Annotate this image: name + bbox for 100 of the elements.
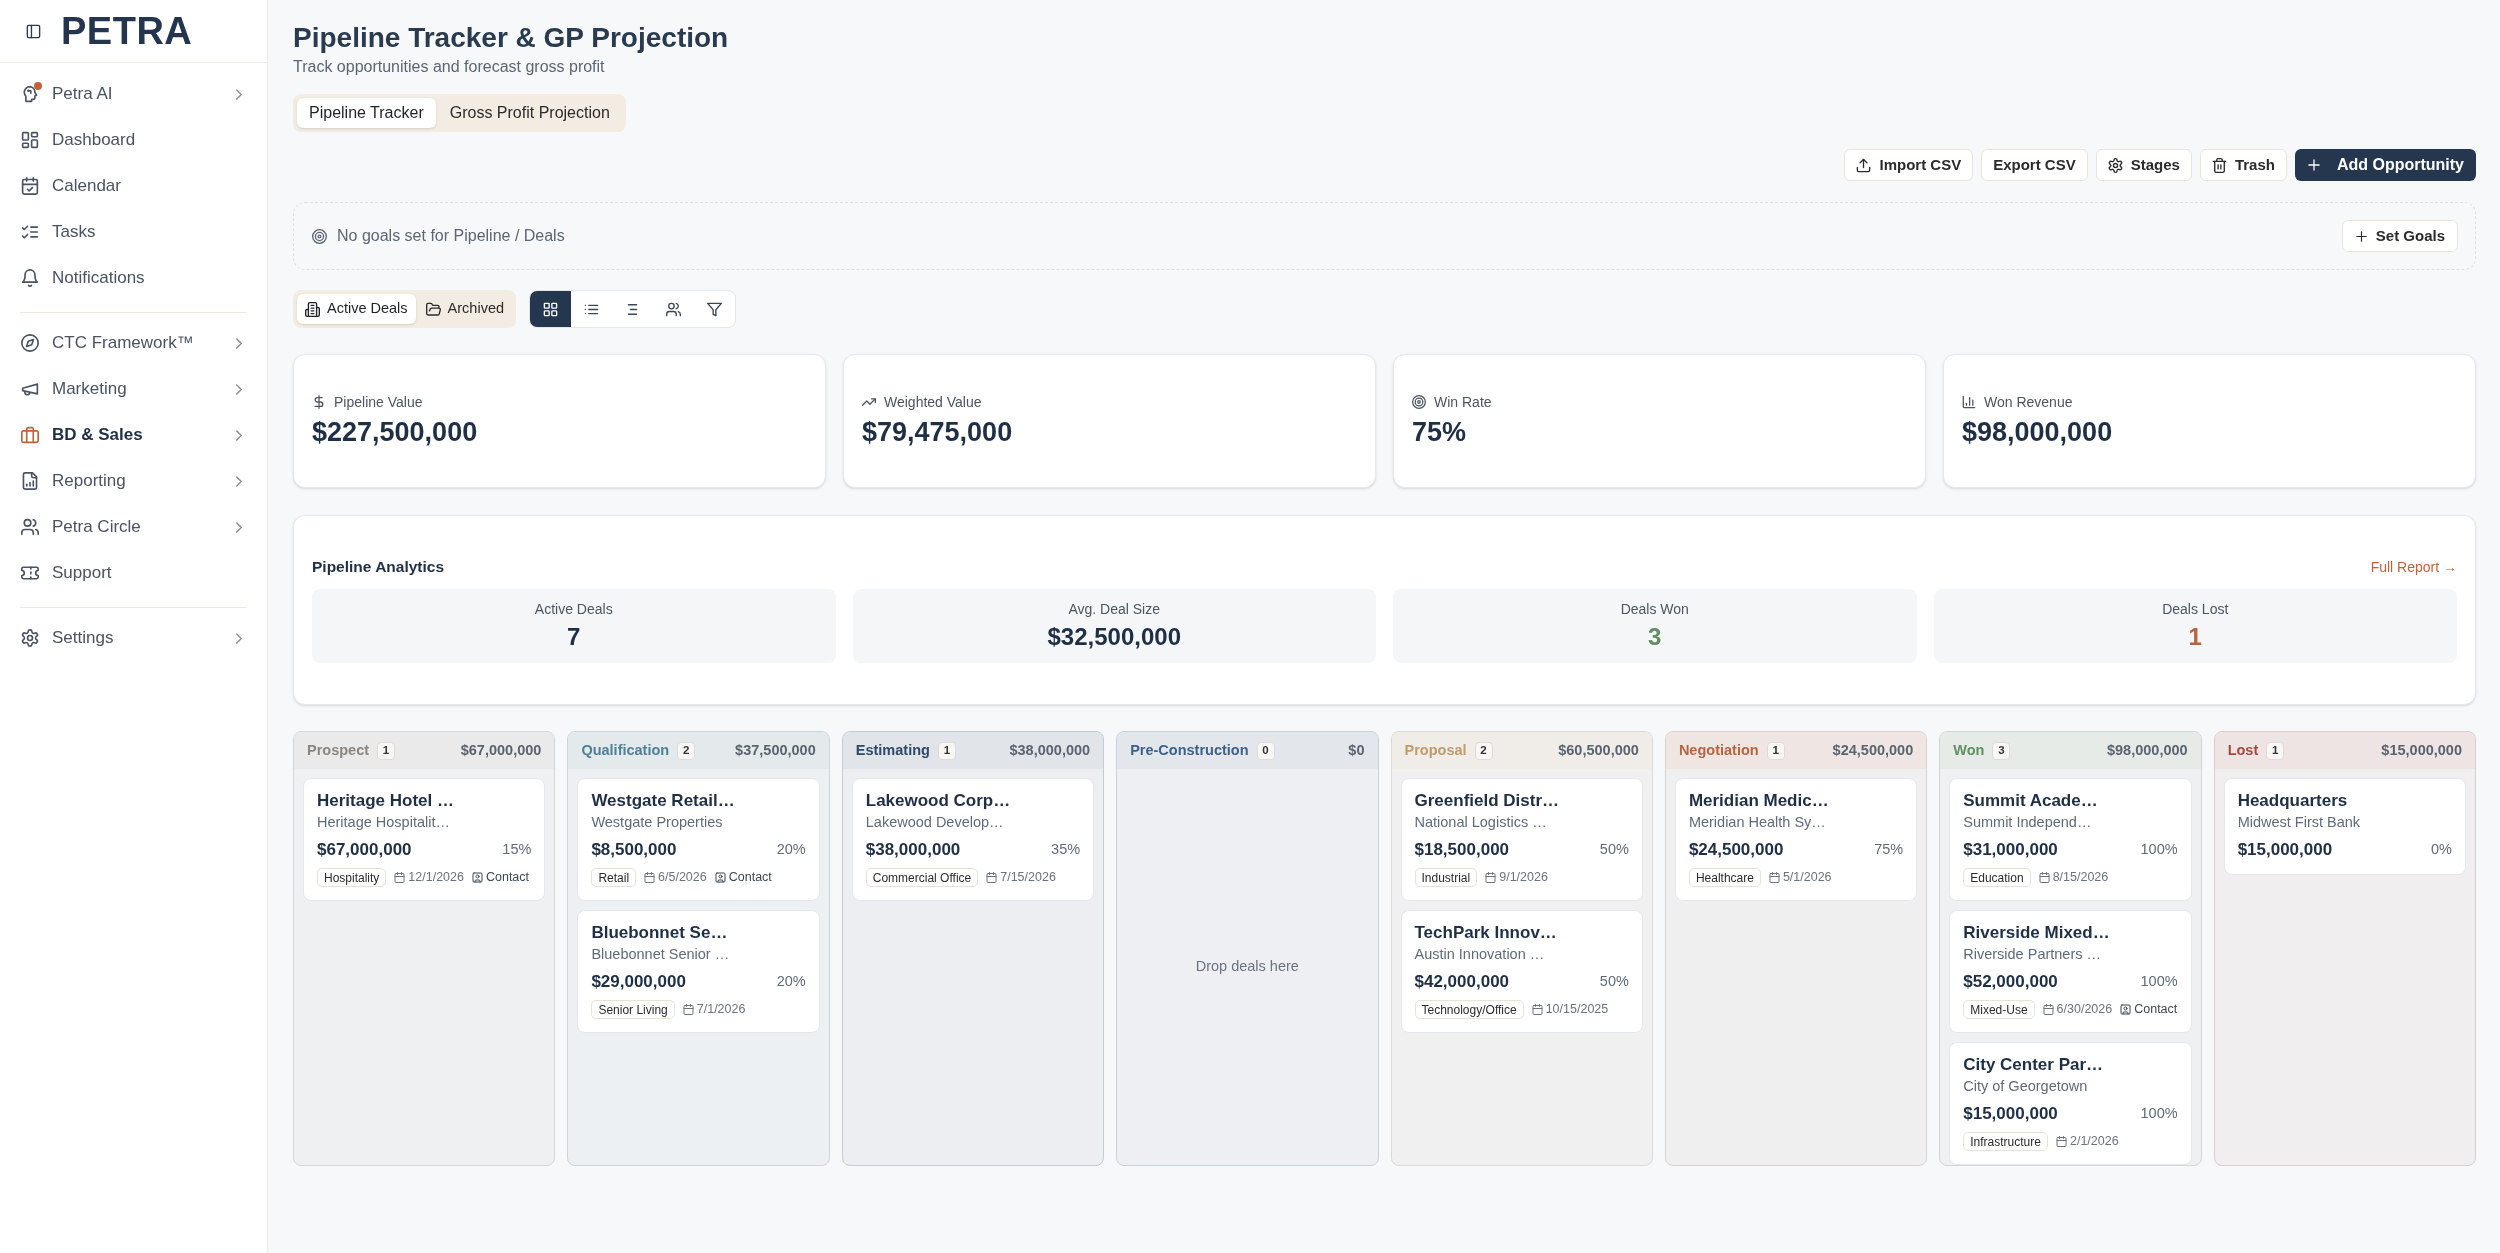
full-report-link[interactable]: Full Report →	[2370, 556, 2457, 578]
deal-amount: $42,000,000	[1414, 971, 1510, 994]
deal-probability: 50%	[1599, 972, 1629, 992]
goals-message: No goals set for Pipeline / Deals	[337, 226, 565, 246]
analytics-title: Pipeline Analytics	[312, 557, 445, 578]
calendar-icon	[1768, 872, 1780, 883]
deal-card[interactable]: Headquarters Midwest First Bank $15,000,000 0%	[2223, 778, 2466, 875]
sidebar-item[interactable]: Tasks	[20, 209, 247, 255]
deal-title: Meridian Medic…	[1688, 790, 1830, 812]
toolbar-button[interactable]: Stages	[2095, 149, 2192, 181]
add-opportunity-button[interactable]: Add Opportunity	[2294, 149, 2476, 181]
metric-value: 1	[2188, 622, 2202, 652]
deal-card[interactable]: Greenfield Distr… National Logistics … $18,500,000 50% Industrial 9/1/2026	[1400, 778, 1643, 901]
people-icon	[21, 518, 39, 536]
set-goals-button[interactable]: Set Goals	[2341, 220, 2458, 252]
deal-probability: 0%	[2431, 840, 2452, 860]
deal-contact[interactable]: Contact	[485, 868, 530, 887]
deal-tag: Healthcare	[1688, 868, 1761, 887]
staggered-lines-icon	[625, 301, 640, 317]
sidebar-item[interactable]: Support	[20, 550, 247, 596]
compass-icon	[21, 334, 39, 352]
deal-date: 10/15/2025	[1545, 1001, 1609, 1019]
toolbar-button[interactable]: Export CSV	[1981, 149, 2088, 181]
deal-contact[interactable]: Contact	[2134, 1000, 2178, 1019]
sidebar-item[interactable]: Notifications	[20, 255, 247, 301]
deal-amount: $18,500,000	[1414, 839, 1510, 862]
stat-value: $227,500,000	[312, 416, 478, 448]
deal-probability: 100%	[2140, 1104, 2178, 1124]
deal-amount: $52,000,000	[1963, 971, 2058, 994]
deal-card[interactable]: Riverside Mixed… Riverside Partners … $52,000,000 100% Mixed-Use 6/30/2026 Contact	[1949, 910, 2192, 1033]
sidebar-item[interactable]: Calendar	[20, 163, 247, 209]
deal-amount: $67,000,000	[317, 839, 412, 862]
deal-title: Heritage Hotel …	[317, 790, 455, 812]
trend-up-icon	[862, 395, 876, 409]
deal-amount: $15,000,000	[1963, 1103, 2058, 1126]
sidebar-item[interactable]: BD & Sales	[20, 412, 247, 458]
sidebar-item[interactable]: Settings	[20, 615, 247, 661]
deal-card[interactable]: Heritage Hotel … Heritage Hospitalit… $67,000,000 15% Hospitality 12/1/2026 Contact	[303, 778, 546, 901]
deal-card[interactable]: Westgate Retail… Westgate Properties $8,500,000 20% Retail 6/5/2026 Contact	[577, 778, 820, 901]
calendar-icon	[21, 177, 39, 195]
filter-tab[interactable]: Archived	[417, 294, 512, 324]
metric-label: Avg. Deal Size	[1068, 600, 1161, 618]
head-icon	[21, 85, 39, 103]
sidebar-item[interactable]: Reporting	[20, 458, 247, 504]
dollar-icon	[312, 395, 326, 409]
target-icon	[312, 228, 327, 244]
deal-title: Westgate Retail…	[591, 790, 736, 812]
deal-client: Midwest First Bank	[2237, 813, 2362, 832]
ticket-icon	[21, 564, 39, 582]
deal-tag: Senior Living	[591, 1000, 675, 1019]
deal-client: Riverside Partners …	[1963, 945, 2103, 964]
deal-title: Lakewood Corp…	[865, 790, 1012, 812]
stage-count: 1	[2266, 741, 2285, 760]
calendar-icon	[644, 872, 656, 883]
deal-card[interactable]: Summit Acade… Summit Independ… $31,000,000 100% Education 8/15/2026	[1949, 778, 2192, 901]
deal-title: Riverside Mixed…	[1963, 922, 2111, 944]
toolbar-button[interactable]: Import CSV	[1844, 149, 1974, 181]
deal-card[interactable]: TechPark Innov… Austin Innovation … $42,000,000 50% Technology/Office 10/15/2025	[1400, 910, 1643, 1033]
grid-icon	[543, 301, 558, 317]
upload-icon	[1856, 157, 1872, 173]
toolbar-button[interactable]: Trash	[2199, 149, 2287, 181]
plus-icon	[2306, 158, 2321, 172]
sidebar-item[interactable]: Dashboard	[20, 117, 247, 163]
deal-title: Bluebonnet Se…	[591, 922, 729, 944]
deal-tag: Infrastructure	[1963, 1132, 2048, 1151]
deal-contact[interactable]: Contact	[728, 868, 772, 887]
deal-card[interactable]: Bluebonnet Se… Bluebonnet Senior … $29,000,000 20% Senior Living 7/1/2026	[577, 910, 820, 1033]
metric-value: 7	[567, 622, 581, 652]
megaphone-icon	[21, 380, 39, 398]
stat-value: 75%	[1412, 416, 1467, 448]
metric-label: Active Deals	[534, 600, 613, 618]
stage-name: Negotiation	[1678, 740, 1759, 760]
stage-total: $60,500,000	[1558, 740, 1639, 760]
deal-probability: 15%	[502, 840, 532, 860]
sidebar-item[interactable]: Petra Circle	[20, 504, 247, 550]
page-title: Pipeline Tracker & GP Projection	[293, 21, 729, 55]
sidebar-item[interactable]: Marketing	[20, 366, 247, 412]
stat-value: $79,475,000	[862, 416, 1013, 448]
stage-name: Proposal	[1404, 740, 1467, 760]
sidebar-item[interactable]: CTC Framework™	[20, 320, 247, 366]
sidebar-toggle-button[interactable]	[26, 23, 41, 39]
view-button[interactable]	[530, 291, 571, 327]
bar-chart-icon	[1962, 395, 1976, 409]
deal-card[interactable]: Lakewood Corp… Lakewood Develop… $38,000,000 35% Commercial Office 7/15/2026	[851, 778, 1095, 901]
logo: PETRA	[61, 12, 193, 50]
deal-client: National Logistics …	[1414, 813, 1548, 832]
deal-amount: $15,000,000	[2237, 839, 2333, 862]
sidebar-item[interactable]: Petra AI	[20, 71, 247, 117]
page-subtitle: Track opportunities and forecast gross profit	[293, 57, 605, 77]
tab[interactable]: Pipeline Tracker	[297, 98, 436, 128]
deal-card[interactable]: Meridian Medic… Meridian Health Sy… $24,500,000 75% Healthcare 5/1/2026	[1674, 778, 1918, 901]
calendar-icon	[2042, 1004, 2054, 1015]
deal-card[interactable]: City Center Par… City of Georgetown $15,000,000 100% Infrastructure 2/1/2026	[1949, 1042, 2192, 1165]
settings-icon	[21, 629, 39, 647]
deal-tag: Hospitality	[317, 868, 387, 887]
settings-icon	[2107, 157, 2123, 173]
filter-tab[interactable]: Active Deals	[297, 294, 416, 324]
tab[interactable]: Gross Profit Projection	[437, 98, 622, 128]
deal-date: 12/1/2026	[408, 869, 464, 887]
deal-title: Headquarters	[2237, 790, 2349, 812]
